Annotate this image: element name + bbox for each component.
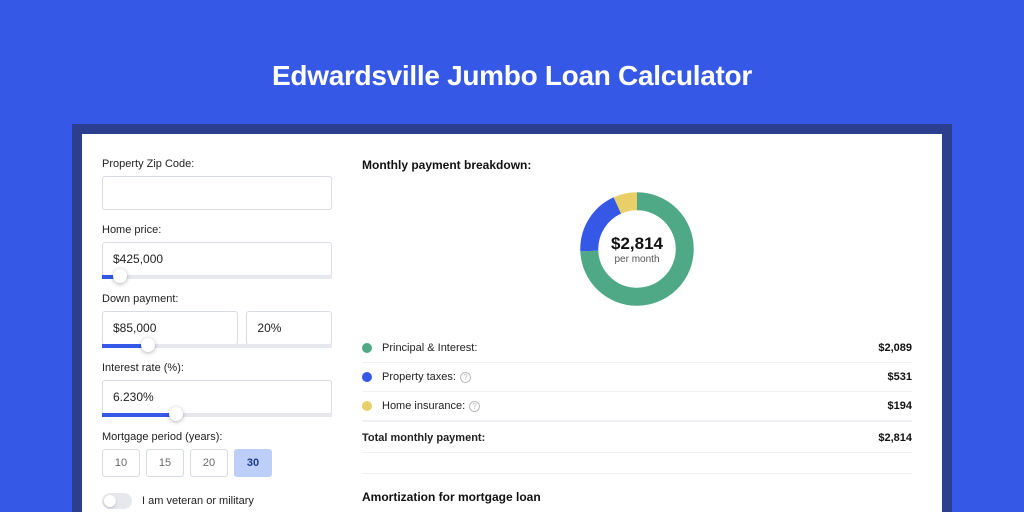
price-group: Home price: bbox=[102, 224, 332, 279]
rate-label: Interest rate (%): bbox=[102, 362, 332, 374]
rate-slider[interactable] bbox=[102, 413, 332, 417]
dot-principal bbox=[362, 343, 372, 353]
legend-total-label: Total monthly payment: bbox=[362, 432, 878, 444]
period-label: Mortgage period (years): bbox=[102, 431, 332, 443]
legend-principal-value: $2,089 bbox=[878, 342, 912, 354]
down-slider-thumb[interactable] bbox=[141, 338, 155, 352]
legend-principal: Principal & Interest: $2,089 bbox=[362, 334, 912, 363]
down-slider[interactable] bbox=[102, 344, 332, 348]
page-title: Edwardsville Jumbo Loan Calculator bbox=[0, 60, 1024, 92]
legend-insurance-label: Home insurance:? bbox=[382, 400, 888, 412]
price-slider[interactable] bbox=[102, 275, 332, 279]
card-shadow: Property Zip Code: Home price: Down paym… bbox=[72, 124, 952, 512]
legend-total-value: $2,814 bbox=[878, 432, 912, 444]
donut-chart: $2,814 per month bbox=[574, 186, 700, 312]
legend-insurance-text: Home insurance: bbox=[382, 400, 465, 412]
period-buttons: 10 15 20 30 bbox=[102, 449, 332, 477]
donut-center: $2,814 per month bbox=[574, 186, 700, 312]
rate-slider-fill bbox=[102, 413, 176, 417]
legend-taxes-label: Property taxes:? bbox=[382, 371, 888, 383]
legend-principal-label: Principal & Interest: bbox=[382, 342, 878, 354]
amortization-section: Amortization for mortgage loan Amortizat… bbox=[362, 473, 912, 512]
period-button-15[interactable]: 15 bbox=[146, 449, 184, 477]
calculator-card: Property Zip Code: Home price: Down paym… bbox=[82, 134, 942, 512]
zip-label: Property Zip Code: bbox=[102, 158, 332, 170]
down-label: Down payment: bbox=[102, 293, 332, 305]
price-slider-thumb[interactable] bbox=[113, 269, 127, 283]
legend-taxes-text: Property taxes: bbox=[382, 371, 456, 383]
down-amount-input[interactable] bbox=[102, 311, 238, 345]
rate-slider-thumb[interactable] bbox=[169, 407, 183, 421]
period-button-20[interactable]: 20 bbox=[190, 449, 228, 477]
price-input[interactable] bbox=[102, 242, 332, 276]
results-panel: Monthly payment breakdown: $2,814 per mo… bbox=[352, 134, 942, 512]
info-icon[interactable]: ? bbox=[460, 372, 471, 383]
legend-total: Total monthly payment: $2,814 bbox=[362, 421, 912, 453]
veteran-label: I am veteran or military bbox=[142, 495, 254, 507]
donut-container: $2,814 per month bbox=[362, 186, 912, 312]
legend-insurance: Home insurance:? $194 bbox=[362, 392, 912, 421]
period-button-10[interactable]: 10 bbox=[102, 449, 140, 477]
breakdown-title: Monthly payment breakdown: bbox=[362, 158, 912, 172]
veteran-row: I am veteran or military bbox=[102, 493, 332, 509]
down-percent-input[interactable] bbox=[246, 311, 332, 345]
legend-insurance-value: $194 bbox=[888, 400, 912, 412]
info-icon[interactable]: ? bbox=[469, 401, 480, 412]
legend-taxes: Property taxes:? $531 bbox=[362, 363, 912, 392]
period-button-30[interactable]: 30 bbox=[234, 449, 272, 477]
rate-input[interactable] bbox=[102, 380, 332, 414]
amortization-title: Amortization for mortgage loan bbox=[362, 490, 912, 504]
donut-value: $2,814 bbox=[611, 234, 663, 254]
donut-sublabel: per month bbox=[614, 254, 659, 265]
zip-group: Property Zip Code: bbox=[102, 158, 332, 210]
legend-taxes-value: $531 bbox=[888, 371, 912, 383]
rate-group: Interest rate (%): bbox=[102, 362, 332, 417]
price-label: Home price: bbox=[102, 224, 332, 236]
zip-input[interactable] bbox=[102, 176, 332, 210]
period-group: Mortgage period (years): 10 15 20 30 bbox=[102, 431, 332, 477]
form-panel: Property Zip Code: Home price: Down paym… bbox=[82, 134, 352, 512]
veteran-toggle-knob bbox=[104, 495, 116, 507]
dot-insurance bbox=[362, 401, 372, 411]
veteran-toggle[interactable] bbox=[102, 493, 132, 509]
dot-taxes bbox=[362, 372, 372, 382]
page-background: Edwardsville Jumbo Loan Calculator Prope… bbox=[0, 0, 1024, 512]
down-group: Down payment: bbox=[102, 293, 332, 348]
